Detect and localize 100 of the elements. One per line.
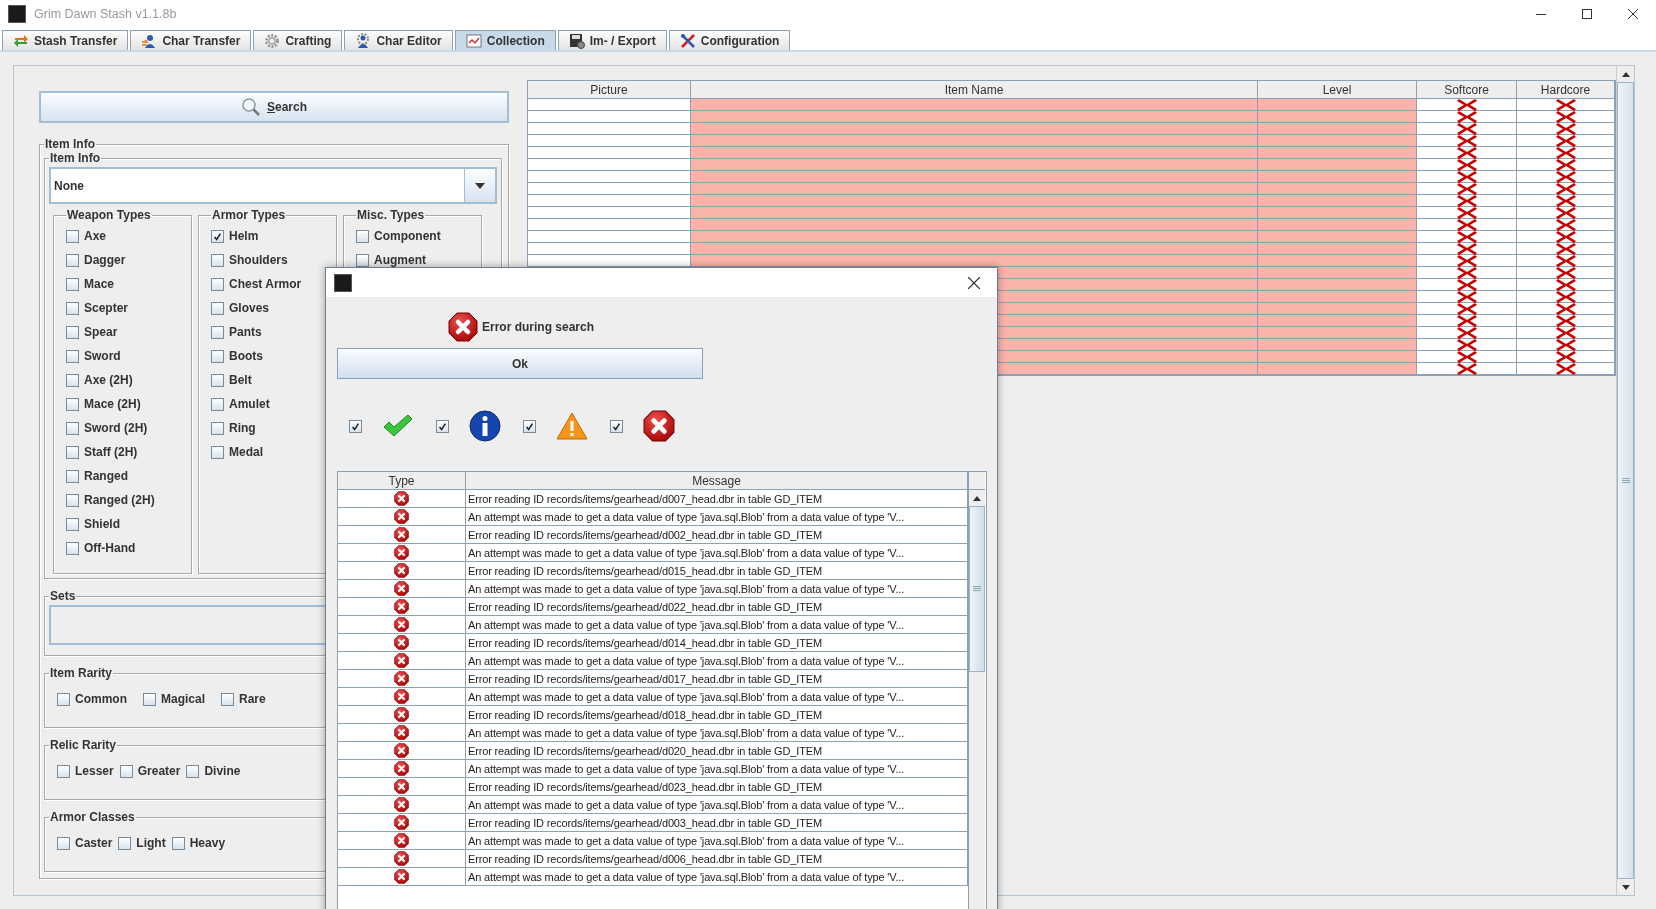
search-button[interactable]: Search	[39, 91, 509, 123]
error-icon	[394, 545, 409, 560]
app-icon	[334, 273, 352, 292]
table-cell: Error reading ID records/items/gearhead/d014_head.dbr in table GD_ITEM	[466, 634, 968, 652]
group-title: Armor Types	[211, 208, 287, 222]
checkbox[interactable]	[610, 419, 623, 433]
checkbox[interactable]: Gloves	[211, 296, 336, 320]
checkbox[interactable]: Scepter	[66, 296, 191, 320]
column-header[interactable]: Message	[466, 472, 968, 490]
error-icon	[394, 581, 409, 596]
app-icon	[8, 5, 26, 23]
column-header[interactable]: Hardcore	[1517, 81, 1615, 99]
checkbox[interactable]: Off-Hand	[66, 536, 191, 560]
checkbox[interactable]: Belt	[211, 368, 336, 392]
checkbox[interactable]: Spear	[66, 320, 191, 344]
error-icon	[394, 869, 409, 884]
error-icon	[394, 761, 409, 776]
table-cell: Error reading ID records/items/gearhead/d022_head.dbr in table GD_ITEM	[466, 598, 968, 616]
checkbox[interactable]: Helm	[211, 224, 336, 248]
error-icon	[394, 617, 409, 632]
group-title: Item Rarity	[49, 666, 114, 680]
error-icon	[448, 312, 478, 342]
checkbox[interactable]: Sword (2H)	[66, 416, 191, 440]
checkmark-icon	[383, 414, 413, 438]
checkbox[interactable]	[349, 419, 362, 433]
tab[interactable]: Collection	[454, 30, 556, 50]
checkbox[interactable]: Light	[118, 831, 166, 855]
checkbox[interactable]: Sword	[66, 344, 191, 368]
error-icon	[394, 527, 409, 542]
column-header[interactable]: Softcore	[1417, 81, 1517, 99]
checkbox[interactable]: Ring	[211, 416, 336, 440]
checkbox[interactable]: Amulet	[211, 392, 336, 416]
checkbox[interactable]: Boots	[211, 344, 336, 368]
column-header[interactable]: Type	[338, 472, 466, 490]
table-cell: An attempt was made to get a data value of type 'java.sql.Blob' from a data value of type 'V...	[466, 724, 968, 742]
error-icon	[394, 671, 409, 686]
checkbox[interactable]: Heavy	[171, 831, 226, 855]
column-header[interactable]: Level	[1258, 81, 1417, 99]
gear-icon	[264, 32, 281, 49]
table-cell: Error reading ID records/items/gearhead/d007_head.dbr in table GD_ITEM	[466, 490, 968, 508]
checkbox[interactable]: Shoulders	[211, 248, 336, 272]
arrow-down-icon	[1621, 884, 1630, 890]
checkbox[interactable]: Pants	[211, 320, 336, 344]
error-icon	[394, 851, 409, 866]
checkbox[interactable]: Common	[57, 687, 127, 711]
checkbox[interactable]: Augment	[356, 248, 481, 272]
group-title: Item Info	[49, 151, 101, 165]
arrows-icon	[13, 32, 29, 49]
checkbox[interactable]: Dagger	[66, 248, 191, 272]
checkbox[interactable]: Medal	[211, 440, 336, 464]
table-cell: An attempt was made to get a data value of type 'java.sql.Blob' from a data value of type 'V...	[466, 832, 968, 850]
checkbox[interactable]: Greater	[119, 759, 181, 783]
ok-button[interactable]: Ok	[337, 348, 703, 379]
tab[interactable]: Configuration	[668, 30, 791, 50]
error-icon	[394, 707, 409, 722]
error-icon	[394, 833, 409, 848]
table-cell: Error reading ID records/items/gearhead/d023_head.dbr in table GD_ITEM	[466, 778, 968, 796]
checkbox[interactable]	[523, 419, 536, 433]
person-transfer-icon	[141, 32, 158, 49]
table-cell: Error reading ID records/items/gearhead/d020_head.dbr in table GD_ITEM	[466, 742, 968, 760]
info-icon	[469, 410, 501, 442]
table-cell: An attempt was made to get a data value of type 'java.sql.Blob' from a data value of type 'V...	[466, 580, 968, 598]
checkbox[interactable]: Axe (2H)	[66, 368, 191, 392]
scrollbar-thumb[interactable]	[969, 506, 985, 672]
checkbox[interactable]: Magical	[143, 687, 205, 711]
grip-icon	[1621, 477, 1630, 484]
checkbox[interactable]: Divine	[186, 759, 241, 783]
window-title: Grim Dawn Stash v1.1.8b	[34, 7, 177, 21]
tab[interactable]: Char Editor	[344, 30, 453, 50]
tab[interactable]: Stash Transfer	[2, 30, 129, 50]
checkbox[interactable]: Lesser	[57, 759, 114, 783]
search-icon	[240, 97, 261, 117]
dropdown[interactable]: None	[49, 167, 497, 204]
scrollbar[interactable]	[968, 472, 985, 909]
tab[interactable]: Crafting	[253, 30, 343, 50]
checkbox[interactable]: Staff (2H)	[66, 440, 191, 464]
error-icon	[394, 725, 409, 740]
table-cell: An attempt was made to get a data value of type 'java.sql.Blob' from a data value of type 'V...	[466, 688, 968, 706]
column-header[interactable]: Picture	[528, 81, 691, 99]
checkbox[interactable]	[436, 419, 449, 433]
table-cell: Error reading ID records/items/gearhead/d017_head.dbr in table GD_ITEM	[466, 670, 968, 688]
tab[interactable]: Char Transfer	[130, 30, 252, 50]
group-title: Sets	[49, 589, 77, 603]
checkbox[interactable]: Ranged	[66, 464, 191, 488]
checkbox[interactable]: Ranged (2H)	[66, 488, 191, 512]
checkbox[interactable]: Shield	[66, 512, 191, 536]
checkbox[interactable]: Axe	[66, 224, 191, 248]
table-cell: An attempt was made to get a data value of type 'java.sql.Blob' from a data value of type 'V...	[466, 796, 968, 814]
column-header[interactable]: Item Name	[691, 81, 1258, 99]
checkbox[interactable]: Rare	[221, 687, 266, 711]
error-icon	[394, 599, 409, 614]
group-title: Item Info	[44, 137, 96, 151]
checkbox[interactable]: Mace (2H)	[66, 392, 191, 416]
checkbox[interactable]: Component	[356, 224, 481, 248]
group-title: Weapon Types	[66, 208, 152, 222]
error-icon	[643, 410, 675, 442]
checkbox[interactable]: Caster	[57, 831, 113, 855]
checkbox[interactable]: Mace	[66, 272, 191, 296]
tab[interactable]: Im- / Export	[557, 30, 667, 50]
checkbox[interactable]: Chest Armor	[211, 272, 336, 296]
